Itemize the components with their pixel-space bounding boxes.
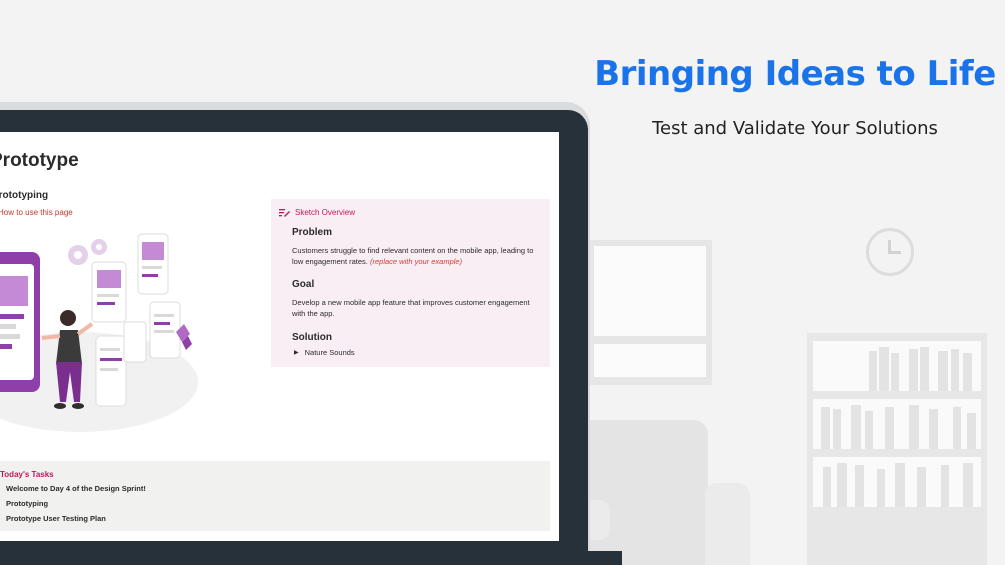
- background-window: [588, 240, 712, 385]
- background-sofa: [580, 420, 708, 565]
- goal-heading: Goal: [292, 279, 315, 290]
- toggle-triangle-icon[interactable]: ▶: [294, 349, 299, 356]
- wall-clock-icon: [866, 228, 914, 276]
- task-item[interactable]: Prototyping: [6, 499, 48, 508]
- problem-heading: Problem: [292, 227, 333, 238]
- problem-text: Customers struggle to find relevant cont…: [292, 245, 542, 267]
- hero-headline: Bringing Ideas to Life: [594, 54, 996, 94]
- problem-hint: (replace with your example): [369, 257, 463, 266]
- solution-heading: Solution: [292, 332, 332, 343]
- goal-text: Develop a new mobile app feature that im…: [292, 298, 530, 318]
- how-to-link[interactable]: How to use this page: [0, 208, 73, 217]
- todays-tasks-panel: Today's Tasks Welcome to Day 4 of the De…: [0, 461, 550, 531]
- task-item[interactable]: Welcome to Day 4 of the Design Sprint!: [6, 484, 146, 493]
- section-title: Prototyping: [0, 190, 49, 201]
- prototyping-illustration: [0, 233, 198, 432]
- hero-subheadline: Test and Validate Your Solutions: [652, 118, 938, 139]
- solution-toggle[interactable]: ▶ Nature Sounds: [294, 348, 355, 357]
- callout-header-label: Sketch Overview: [295, 208, 356, 217]
- toggle-label[interactable]: Nature Sounds: [305, 348, 355, 357]
- app-screen: Prototype Prototyping How to use this pa…: [0, 132, 559, 541]
- background-sofa-arm: [705, 483, 750, 565]
- sketch-overview-callout: Sketch Overview Problem Customers strugg…: [271, 199, 550, 367]
- callout-header: Sketch Overview: [279, 208, 355, 217]
- background-bookshelf: [807, 333, 987, 565]
- laptop-base: [0, 551, 622, 565]
- task-item[interactable]: Prototype User Testing Plan: [6, 514, 106, 523]
- tasks-title: Today's Tasks: [0, 470, 54, 479]
- sketch-list-icon: [279, 209, 290, 217]
- page-title: Prototype: [0, 150, 79, 171]
